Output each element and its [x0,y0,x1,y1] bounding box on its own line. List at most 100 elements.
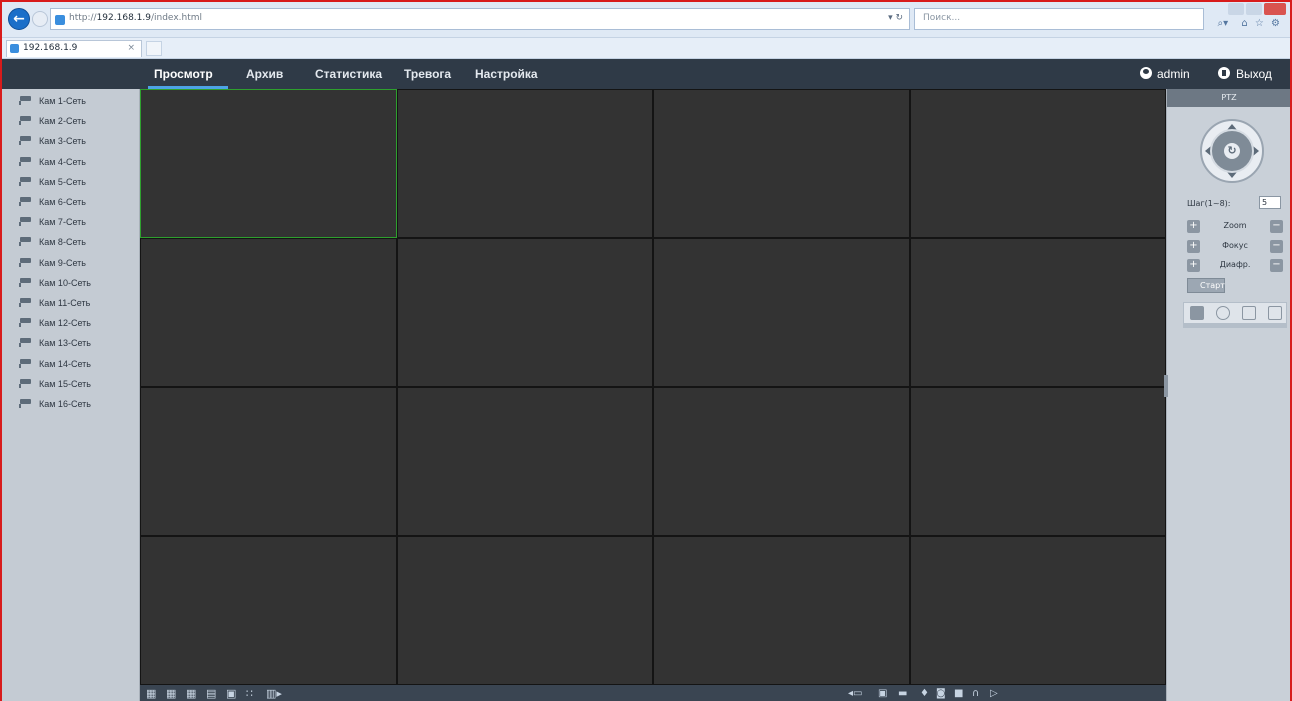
menu-settings[interactable]: Настройка [475,59,538,89]
video-cell[interactable] [653,387,910,536]
video-cell[interactable] [140,387,397,536]
video-cell[interactable] [397,89,653,238]
camera-label: Кам 11-Сеть [39,298,91,308]
camera-list-item[interactable]: Кам 4-Сеть [18,153,86,171]
app-header: Просмотр Архив Статистика Тревога Настро… [2,59,1290,89]
user-menu[interactable]: admin [1140,59,1190,89]
ptz-step-input[interactable]: 5 [1259,196,1281,209]
tab-close-icon[interactable]: × [127,41,135,56]
layout-9-icon[interactable]: ∷ [246,688,253,700]
tab-favicon-icon [10,44,19,53]
video-cell[interactable] [653,89,910,238]
camera-list-item[interactable]: Кам 3-Сеть [18,132,86,150]
camera-list-item[interactable]: Кам 9-Сеть [18,254,86,272]
image-settings-icon[interactable] [1242,306,1256,320]
video-cell[interactable] [397,387,653,536]
focus-minus-button[interactable]: − [1270,240,1283,253]
stream-select-icon[interactable]: ◂▭ [848,688,862,700]
layout-4-icon[interactable]: ▤ [206,688,216,700]
ptz-start-label: Старт [1200,281,1225,290]
screen-icon[interactable]: ▬ [898,688,907,700]
favorites-star-icon[interactable]: ☆ [1255,18,1264,29]
camera-list-item[interactable]: Кам 2-Сеть [18,112,86,130]
panel-collapse-handle[interactable] [1164,375,1168,397]
logout-button[interactable]: Выход [1218,59,1272,89]
menu-alarm[interactable]: Тревога [404,59,451,89]
camera-list-item[interactable]: Кам 13-Сеть [18,334,91,352]
video-cell[interactable] [140,536,397,685]
camera-list-item[interactable]: Кам 8-Сеть [18,233,86,251]
home-icon[interactable]: ⌂ [1241,18,1247,29]
video-grid [140,89,1166,685]
maximize-icon[interactable] [1246,3,1262,15]
video-cell[interactable] [397,238,653,387]
zoom-out-button[interactable]: − [1270,220,1283,233]
pattern-icon[interactable] [1268,306,1282,320]
browser-window: ← http://192.168.1.9/index.html ▾ ↻ Поис… [0,0,1292,701]
play-icon[interactable]: ▷ [990,688,998,700]
camera-icon [18,399,32,408]
camera-list-item[interactable]: Кам 14-Сеть [18,355,91,373]
camera-icon [18,96,32,105]
camera-icon [18,197,32,206]
video-cell[interactable] [140,238,397,387]
camera-list-item[interactable]: Кам 15-Сеть [18,375,91,393]
focus-label: Фокус [1222,241,1248,250]
layout-2-icon[interactable]: ▦ [166,688,176,700]
settings-gear-icon[interactable]: ⚙ [1271,18,1280,29]
video-cell[interactable] [910,89,1166,238]
tab-title: 192.168.1.9 [23,43,78,53]
camera-list-item[interactable]: Кам 10-Сеть [18,274,91,292]
camera-icon [18,116,32,126]
camera-list-item[interactable]: Кам 11-Сеть [18,294,90,312]
menu-archive[interactable]: Архив [246,59,283,89]
video-cell[interactable] [397,536,653,685]
camera-icon [18,318,32,328]
browser-tab[interactable]: 192.168.1.9 × [6,40,142,57]
menu-view[interactable]: Просмотр [154,59,213,89]
fullscreen-icon[interactable]: ▣ [878,688,887,700]
camera-list-item[interactable]: Кам 5-Сеть [18,173,86,191]
video-cell[interactable] [910,387,1166,536]
ptz-iris-row: + Диафр. − [1187,259,1283,273]
audio-headphones-icon[interactable]: ∩ [972,688,979,700]
camera-list-item[interactable]: Кам 16-Сеть [18,395,91,413]
layout-1-icon[interactable]: ▦ [146,688,156,700]
camera-icon [18,277,32,287]
camera-label: Кам 1-Сеть [39,96,86,106]
url-field[interactable]: http://192.168.1.9/index.html ▾ ↻ [50,8,910,30]
camera-list-item[interactable]: Кам 1-Сеть [18,92,86,110]
search-field[interactable]: Поиск... [914,8,1204,30]
close-window-icon[interactable] [1264,3,1286,15]
camera-icon [18,338,32,348]
forward-arrow-icon[interactable] [32,11,48,27]
ptz-start-button[interactable]: Старт [1187,278,1225,293]
iris-minus-button[interactable]: − [1270,259,1283,272]
camera-list-item[interactable]: Кам 6-Сеть [18,193,86,211]
browser-tab-row: 192.168.1.9 × [2,38,1290,59]
microphone-icon[interactable]: ♦ [920,688,929,700]
auto-rotate-icon[interactable]: ↻ [1224,143,1240,159]
record-icon[interactable]: ■ [954,688,963,700]
preset-icon[interactable] [1190,306,1204,320]
layout-more-icon[interactable]: ▥▸ [266,688,282,700]
ptz-direction-pad[interactable]: ↻ [1200,119,1264,183]
menu-statistics[interactable]: Статистика [315,59,382,89]
layout-3-icon[interactable]: ▦ [186,688,196,700]
camera-label: Кам 3-Сеть [39,136,86,147]
video-cell[interactable] [140,89,397,238]
camera-list-item[interactable]: Кам 12-Сеть [18,314,91,332]
cruise-icon[interactable] [1216,306,1230,320]
video-cell[interactable] [653,536,910,685]
refresh-icon[interactable]: ▾ ↻ [888,13,903,23]
layout-16-icon[interactable]: ▣ [226,688,236,700]
snapshot-camera-icon[interactable]: ◙ [936,688,946,700]
search-dropdown-icon[interactable]: ⌕▾ [1218,18,1229,29]
back-arrow-icon[interactable]: ← [8,8,30,30]
new-tab-button[interactable] [146,41,162,56]
camera-list-item[interactable]: Кам 7-Сеть [18,213,86,231]
minimize-icon[interactable] [1228,3,1244,15]
video-cell[interactable] [910,536,1166,685]
video-cell[interactable] [910,238,1166,387]
video-cell[interactable] [653,238,910,387]
